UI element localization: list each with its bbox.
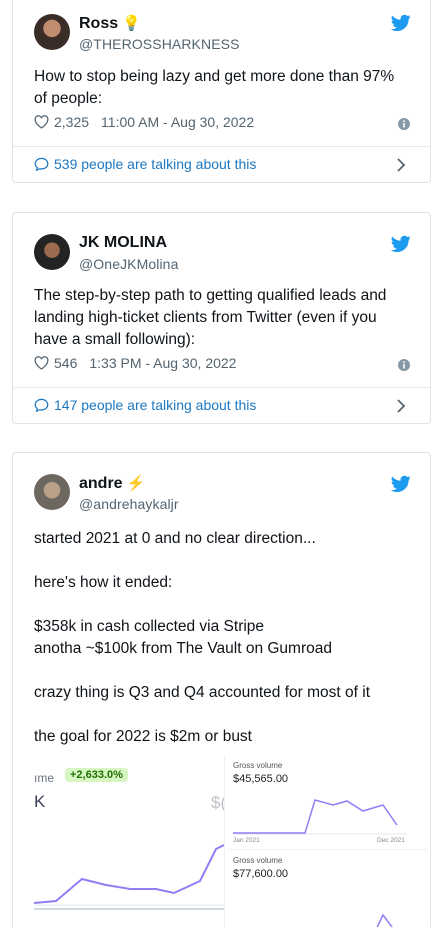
- info-icon[interactable]: [398, 359, 410, 371]
- avatar[interactable]: [34, 14, 70, 50]
- twitter-bird-icon[interactable]: [391, 475, 411, 493]
- tweet-meta: 546 1:33 PM - Aug 30, 2022: [34, 355, 236, 371]
- conversation-text[interactable]: 147 people are talking about this: [54, 397, 256, 413]
- tweet-text-line: the goal for 2022 is $2m or bust: [34, 728, 252, 745]
- volume-line-chart: [34, 844, 224, 910]
- tweet-text-line: of people:: [34, 90, 103, 107]
- conversation-link[interactable]: 539 people are talking about this: [34, 156, 256, 172]
- info-icon[interactable]: [398, 118, 410, 130]
- divider: [13, 146, 430, 147]
- tweet-card-jk-molina[interactable]: JK MOLINA @OneJKMolina The step-by-step …: [12, 212, 431, 424]
- author-handle[interactable]: @OneJKMolina: [79, 256, 178, 272]
- tweet-text: started 2021 at 0 and no clear direction…: [34, 528, 414, 748]
- gross-volume-chart-2: [376, 913, 393, 927]
- avatar[interactable]: [34, 474, 70, 510]
- like-count[interactable]: 546: [54, 355, 77, 371]
- tweet-text-line: anotha ~$100k from The Vault on Gumroad: [34, 640, 332, 657]
- stripe-dashboard-panel: ıme +2,633.0% K $(: [34, 755, 226, 927]
- gross-volume-panel: Gross volume $45,565.00 Jan 2021 Dec 202…: [224, 755, 430, 927]
- author-name-text[interactable]: JK MOLINA: [79, 234, 167, 251]
- timestamp-link[interactable]: 11:00 AM - Aug 30, 2022: [101, 114, 254, 130]
- tweet-text-line: $358k in cash collected via Stripe: [34, 618, 265, 635]
- tweet-card-andre[interactable]: andre ⚡ @andrehaykaljr started 2021 at 0 …: [12, 452, 431, 927]
- heart-icon[interactable]: [34, 356, 49, 370]
- twitter-bird-icon[interactable]: [391, 235, 411, 253]
- tweet-meta: 2,325 11:00 AM - Aug 30, 2022: [34, 114, 254, 130]
- author-handle[interactable]: @THEROSSHARKNESS: [79, 36, 240, 52]
- lightbulb-icon: 💡: [122, 15, 141, 32]
- author-name-text[interactable]: andre: [79, 475, 123, 492]
- speech-bubble-icon: [34, 157, 49, 171]
- tweet-media-image[interactable]: ıme +2,633.0% K $( Gross volume $45,565.…: [34, 755, 430, 927]
- divider: [13, 387, 430, 388]
- author-handle[interactable]: @andrehaykaljr: [79, 496, 179, 512]
- tweet-text-line: started 2021 at 0 and no clear direction…: [34, 530, 316, 547]
- chevron-right-icon[interactable]: [396, 158, 406, 172]
- timestamp-link[interactable]: 1:33 PM - Aug 30, 2022: [89, 355, 236, 371]
- speech-bubble-icon: [34, 398, 49, 412]
- author-name[interactable]: Ross 💡: [79, 14, 141, 33]
- tweet-text-line: The step-by-step path to getting qualifi…: [34, 287, 387, 304]
- like-count[interactable]: 2,325: [54, 114, 89, 130]
- tweet-text-line: How to stop being lazy and get more done…: [34, 68, 395, 85]
- author-name[interactable]: JK MOLINA: [79, 234, 167, 252]
- tweet-text-line: here's how it ended:: [34, 574, 173, 591]
- chevron-right-icon[interactable]: [396, 399, 406, 413]
- tweet-text-line: crazy thing is Q3 and Q4 accounted for m…: [34, 684, 370, 701]
- lightning-icon: ⚡: [126, 475, 146, 492]
- conversation-text[interactable]: 539 people are talking about this: [54, 156, 256, 172]
- conversation-link[interactable]: 147 people are talking about this: [34, 397, 256, 413]
- chart-series-line: [34, 844, 224, 904]
- tweet-text: How to stop being lazy and get more done…: [34, 66, 414, 110]
- heart-icon[interactable]: [34, 115, 49, 129]
- author-name-text[interactable]: Ross: [79, 15, 118, 32]
- avatar[interactable]: [34, 234, 70, 270]
- twitter-bird-icon[interactable]: [391, 14, 411, 32]
- chart-series-line: [376, 913, 393, 927]
- tweet-text-line: landing high-ticket clients from Twitter…: [34, 309, 377, 326]
- tweet-text-line: have a small following):: [34, 331, 196, 348]
- tweet-card-ross[interactable]: Ross 💡 @THEROSSHARKNESS How to stop being…: [12, 0, 431, 183]
- author-name[interactable]: andre ⚡: [79, 474, 145, 493]
- tweet-text: The step-by-step path to getting qualifi…: [34, 285, 414, 351]
